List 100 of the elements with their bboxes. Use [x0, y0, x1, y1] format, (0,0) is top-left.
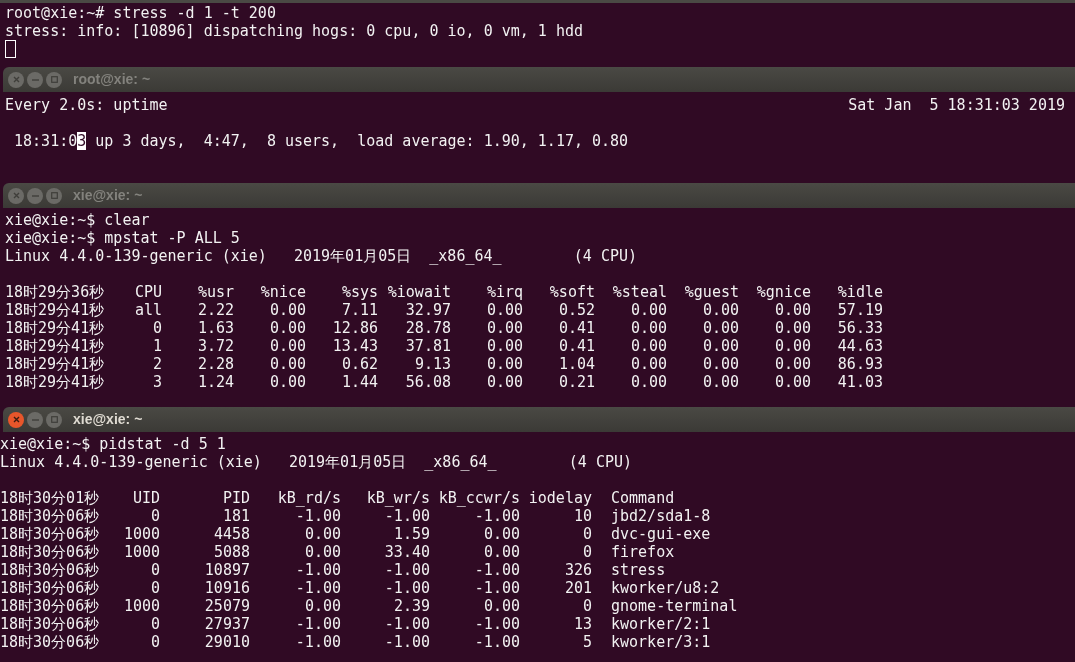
- table-cell: 0.00: [486, 373, 523, 391]
- table-cell: 10: [573, 507, 592, 525]
- column-header: %soft: [549, 283, 595, 301]
- table-cell: 0.00: [269, 373, 306, 391]
- table-cell: firefox: [611, 543, 675, 561]
- table-cell: 33.40: [384, 543, 430, 561]
- terminal-line: xie@xie:~$ mpstat -P ALL 5: [5, 229, 240, 247]
- table-cell: 10916: [204, 579, 250, 597]
- table-cell: 0.21: [558, 373, 595, 391]
- table-cell: 0: [150, 615, 160, 633]
- column-header: kB_rd/s: [277, 489, 341, 507]
- table-cell: 0.00: [304, 525, 341, 543]
- minimize-button[interactable]: [27, 187, 43, 204]
- table-cell: 4458: [213, 525, 250, 543]
- table-cell: -1.00: [295, 579, 341, 597]
- table-cell: 18时29分41秒: [5, 319, 105, 337]
- table-cell: 0.00: [269, 355, 306, 373]
- table-cell: 18时29分41秒: [5, 373, 105, 391]
- table-cell: 1: [152, 337, 162, 355]
- column-header: Command: [611, 489, 675, 507]
- table-cell: 5: [582, 633, 592, 651]
- table-cell: kworker/u8:2: [611, 579, 720, 597]
- table-cell: -1.00: [295, 615, 341, 633]
- table-cell: 0.00: [486, 355, 523, 373]
- table-cell: 44.63: [837, 337, 883, 355]
- column-header: %steal: [612, 283, 667, 301]
- table-cell: 5088: [213, 543, 250, 561]
- table-cell: 1000: [123, 525, 160, 543]
- maximize-button[interactable]: [46, 71, 62, 88]
- maximize-icon: [50, 76, 58, 83]
- terminal-line: root@xie:~# stress -d 1 -t 200: [5, 4, 276, 22]
- table-cell: 3: [152, 373, 162, 391]
- table-cell: 0.00: [483, 525, 520, 543]
- table-cell: 18时30分06秒: [0, 543, 100, 561]
- window-title: xie@xie: ~: [73, 186, 143, 205]
- table-cell: 0: [582, 597, 592, 615]
- table-cell: 1.59: [393, 525, 430, 543]
- table-cell: 12.86: [332, 319, 378, 337]
- column-header: %iowait: [387, 283, 451, 301]
- table-cell: 18时30分06秒: [0, 615, 100, 633]
- table-cell: 25079: [204, 597, 250, 615]
- table-cell: 18时30分06秒: [0, 633, 100, 651]
- table-cell: 0.41: [558, 337, 595, 355]
- table-cell: 57.19: [837, 301, 883, 319]
- table-cell: 1.04: [558, 355, 595, 373]
- table-cell: 0.00: [702, 373, 739, 391]
- table-cell: stress: [611, 561, 666, 579]
- table-cell: 0.00: [486, 319, 523, 337]
- table-cell: 2.39: [393, 597, 430, 615]
- terminal-line: Every 2.0s: uptime: [5, 96, 168, 114]
- table-cell: 32.97: [405, 301, 451, 319]
- terminal-line: Linux 4.4.0-139-generic (xie) 2019年01月05日 _x86_64_ (4 CPU): [0, 453, 632, 471]
- table-cell: 0: [582, 525, 592, 543]
- table-cell: 18时30分06秒: [0, 525, 100, 543]
- table-cell: 0.62: [341, 355, 378, 373]
- table-cell: 0.00: [486, 301, 523, 319]
- close-icon: [12, 76, 20, 83]
- column-header: PID: [222, 489, 250, 507]
- table-cell: 7.11: [341, 301, 378, 319]
- table-cell: 56.08: [405, 373, 451, 391]
- maximize-button[interactable]: [46, 187, 62, 204]
- table-cell: -1.00: [384, 615, 430, 633]
- table-cell: 0.00: [774, 301, 811, 319]
- table-cell: -1.00: [384, 579, 430, 597]
- table-cell: 0: [150, 579, 160, 597]
- close-button[interactable]: [8, 71, 24, 88]
- table-cell: jbd2/sda1-8: [611, 507, 711, 525]
- minimize-button[interactable]: [27, 71, 43, 88]
- table-cell: 0.00: [702, 355, 739, 373]
- table-cell: 56.33: [837, 319, 883, 337]
- window-title: xie@xie: ~: [73, 410, 143, 429]
- column-header: kB_wr/s: [366, 489, 430, 507]
- window-title: root@xie: ~: [73, 70, 151, 89]
- terminal-line: Linux 4.4.0-139-generic (xie) 2019年01月05日 _x86_64_ (4 CPU): [5, 247, 637, 265]
- table-cell: 0.00: [483, 543, 520, 561]
- table-cell: 10897: [204, 561, 250, 579]
- table-cell: -1.00: [384, 633, 430, 651]
- table-cell: 18时30分06秒: [0, 597, 100, 615]
- table-cell: -1.00: [295, 507, 341, 525]
- column-header: kB_ccwr/s: [438, 489, 520, 507]
- column-header: %usr: [197, 283, 234, 301]
- table-cell: 9.13: [414, 355, 451, 373]
- close-button[interactable]: [8, 411, 24, 428]
- column-header: 18时29分36秒: [5, 283, 105, 301]
- close-button[interactable]: [8, 187, 24, 204]
- minimize-button[interactable]: [27, 411, 43, 428]
- table-cell: 0.00: [630, 319, 667, 337]
- table-cell: 0.00: [269, 301, 306, 319]
- table-cell: -1.00: [295, 633, 341, 651]
- maximize-button[interactable]: [46, 411, 62, 428]
- close-icon: [12, 416, 20, 423]
- column-header: iodelay: [528, 489, 592, 507]
- table-cell: 41.03: [837, 373, 883, 391]
- table-cell: 37.81: [405, 337, 451, 355]
- column-header: %irq: [486, 283, 523, 301]
- table-cell: 0.00: [304, 543, 341, 561]
- table-cell: -1.00: [474, 633, 520, 651]
- terminal-line: 18:31:03 up 3 days, 4:47, 8 users, load average: 1.90, 1.17, 0.80: [13, 132, 629, 150]
- table-cell: -1.00: [474, 615, 520, 633]
- column-header: 18时30分01秒: [0, 489, 100, 507]
